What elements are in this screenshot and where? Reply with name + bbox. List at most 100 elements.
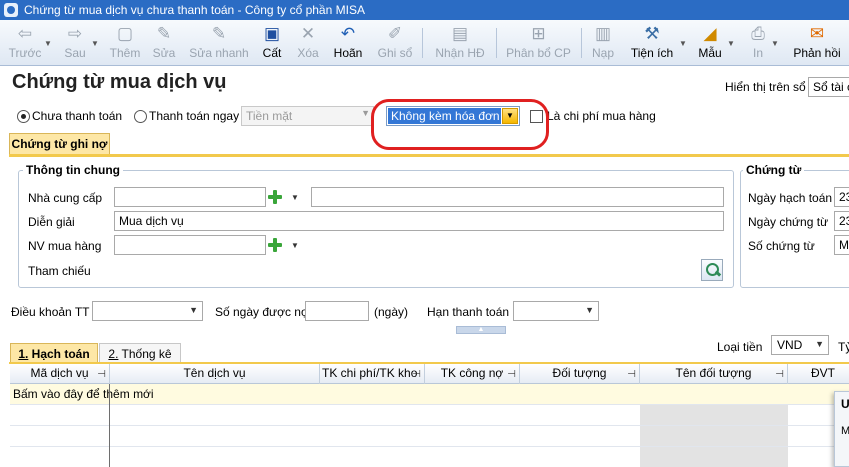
table-row[interactable]	[10, 447, 849, 467]
unpaid-label[interactable]: Chưa thanh toán	[32, 109, 122, 123]
print-dropdown-icon[interactable]: ▼	[771, 39, 779, 48]
template-dropdown-icon[interactable]: ▼	[727, 39, 735, 48]
arrow-left-icon: ⇦	[17, 24, 33, 43]
previous-button[interactable]: ⇦ Trước	[8, 23, 42, 63]
delete-icon: ✕	[300, 24, 316, 43]
pencil-icon: ✐	[387, 24, 403, 43]
tab-statistics[interactable]: 2. Thống kê	[99, 343, 181, 364]
allocate-cost-button[interactable]: ⊞ Phân bổ CP	[506, 23, 571, 63]
new-row[interactable]: Bấm vào đây để thêm mới	[10, 384, 849, 405]
table-row[interactable]	[10, 405, 849, 426]
column-header-label: Tên dịch vụ	[183, 366, 246, 380]
quick-edit-button[interactable]: ✎ Sửa nhanh	[189, 23, 248, 63]
payment-terms-select[interactable]: ▼	[92, 301, 203, 321]
pin-icon[interactable]: ⊣	[775, 365, 784, 384]
side-popup[interactable]: U M	[834, 391, 849, 467]
pin-icon[interactable]: ⊣	[627, 365, 636, 384]
column-header-label: Mã dịch vụ	[30, 366, 89, 380]
purchasing-staff-label: NV mua hàng	[28, 239, 102, 253]
pay-now-label[interactable]: Thanh toán ngay	[149, 109, 239, 123]
supplier-name-input[interactable]	[311, 187, 724, 207]
supplier-code-input[interactable]	[114, 187, 266, 207]
unpaid-radio[interactable]	[17, 110, 30, 123]
side-popup-line: M	[841, 425, 849, 437]
utilities-button[interactable]: ⚒ Tiện ích	[631, 23, 673, 63]
voucher-group	[740, 170, 849, 288]
save-button[interactable]: ▣ Cất	[262, 23, 282, 63]
column-header-object-name[interactable]: Tên đối tượng ⊣	[640, 364, 788, 384]
undo-icon: ↶	[340, 24, 356, 43]
add-button[interactable]: ▢ Thêm	[109, 23, 141, 63]
window-title: Chứng từ mua dịch vụ chưa thanh toán - C…	[24, 3, 365, 17]
tab-underline	[9, 154, 849, 157]
column-header-service-name[interactable]: Tên dịch vụ	[110, 364, 320, 384]
currency-label: Loại tiền	[717, 340, 763, 354]
credit-days-input[interactable]	[305, 301, 369, 321]
chevron-down-icon: ▼	[189, 305, 198, 315]
load-icon: ▥	[594, 24, 612, 43]
voucher-date-label: Ngày chứng từ	[748, 215, 829, 229]
print-button[interactable]: ⎙ In	[749, 23, 767, 63]
voucher-number-input[interactable]: M	[834, 235, 849, 255]
feedback-button[interactable]: ✉ Phản hồi	[793, 23, 841, 63]
voucher-number-label: Số chứng từ	[748, 239, 815, 253]
add-supplier-icon[interactable]	[267, 189, 283, 205]
credit-days-label: Số ngày được nợ	[215, 305, 309, 319]
previous-dropdown-icon[interactable]: ▼	[44, 39, 52, 48]
reference-lookup-icon[interactable]	[701, 259, 723, 281]
receive-invoice-icon: ▤	[451, 24, 469, 43]
add-staff-icon[interactable]	[267, 237, 283, 253]
column-header-expense-account[interactable]: TK chi phí/TK kho ⊣	[320, 364, 425, 384]
supplier-dropdown-icon[interactable]: ▼	[291, 193, 299, 202]
display-on-ledger-select[interactable]: Sổ tài c	[808, 77, 849, 97]
quick-edit-icon: ✎	[211, 24, 227, 43]
due-date-picker[interactable]: ▼	[513, 301, 599, 321]
voucher-group-title: Chứng từ	[743, 163, 805, 177]
template-button[interactable]: ◢ Mẫu	[697, 23, 723, 63]
pin-icon[interactable]: ⊣	[507, 365, 516, 384]
edit-button[interactable]: ✎ Sửa	[153, 23, 176, 63]
tab-debit-voucher[interactable]: Chứng từ ghi nợ	[9, 133, 110, 155]
column-header-payable-account[interactable]: TK công nợ ⊣	[425, 364, 520, 384]
currency-select[interactable]: VND ▼	[771, 335, 829, 355]
description-input[interactable]: Mua dịch vụ	[114, 211, 724, 231]
voucher-date-input[interactable]: 23	[834, 211, 849, 231]
column-header-label: ĐVT	[811, 366, 835, 380]
exchange-rate-label: Tỷ	[838, 340, 849, 354]
staff-dropdown-icon[interactable]: ▼	[291, 241, 299, 250]
collapse-panel-handle[interactable]: ▲	[456, 326, 506, 334]
side-popup-header: U	[841, 397, 849, 411]
next-button[interactable]: ⇨ Sau	[63, 23, 87, 63]
toolbar-separator	[422, 28, 423, 58]
payment-terms-label: Điều khoản TT	[11, 305, 90, 319]
purchasing-staff-input[interactable]	[114, 235, 266, 255]
title-bar: Chứng từ mua dịch vụ chưa thanh toán - C…	[0, 0, 849, 20]
delete-button[interactable]: ✕ Xóa	[297, 23, 319, 63]
payment-method-select[interactable]: Tiền mặt ▼	[241, 106, 374, 126]
utilities-dropdown-icon[interactable]: ▼	[679, 39, 687, 48]
due-date-label: Hạn thanh toán	[427, 305, 510, 319]
receive-invoice-button[interactable]: ▤ Nhận HĐ	[435, 23, 485, 63]
posting-date-input[interactable]: 23	[834, 187, 849, 207]
column-header-unit[interactable]: ĐVT	[788, 364, 849, 384]
cancel-button[interactable]: ↶ Hoãn	[333, 23, 363, 63]
pay-now-radio[interactable]	[134, 110, 147, 123]
annotation-highlight	[371, 99, 549, 150]
pin-icon[interactable]: ⊣	[412, 365, 421, 384]
tab-statistics-hotkey: 2.	[108, 347, 119, 361]
purchase-cost-label[interactable]: Là chi phí mua hàng	[547, 109, 656, 123]
chevron-down-icon: ▼	[585, 305, 594, 315]
table-row[interactable]	[10, 426, 849, 447]
next-dropdown-icon[interactable]: ▼	[91, 39, 99, 48]
display-on-ledger-label: Hiển thị trên sổ	[725, 80, 806, 94]
pin-icon[interactable]: ⊣	[97, 365, 106, 384]
page-title: Chứng từ mua dịch vụ	[12, 71, 227, 93]
column-header-service-code[interactable]: Mã dịch vụ ⊣	[10, 364, 110, 384]
load-button[interactable]: ▥ Nạp	[592, 23, 614, 63]
tab-accounting-label: Hạch toán	[28, 347, 90, 361]
post-button[interactable]: ✐ Ghi sổ	[378, 23, 413, 63]
column-header-object[interactable]: Đối tượng ⊣	[520, 364, 640, 384]
tab-accounting[interactable]: 1. Hạch toán	[10, 343, 98, 364]
credit-days-unit: (ngày)	[374, 305, 409, 319]
new-row-hint[interactable]: Bấm vào đây để thêm mới	[10, 384, 310, 405]
